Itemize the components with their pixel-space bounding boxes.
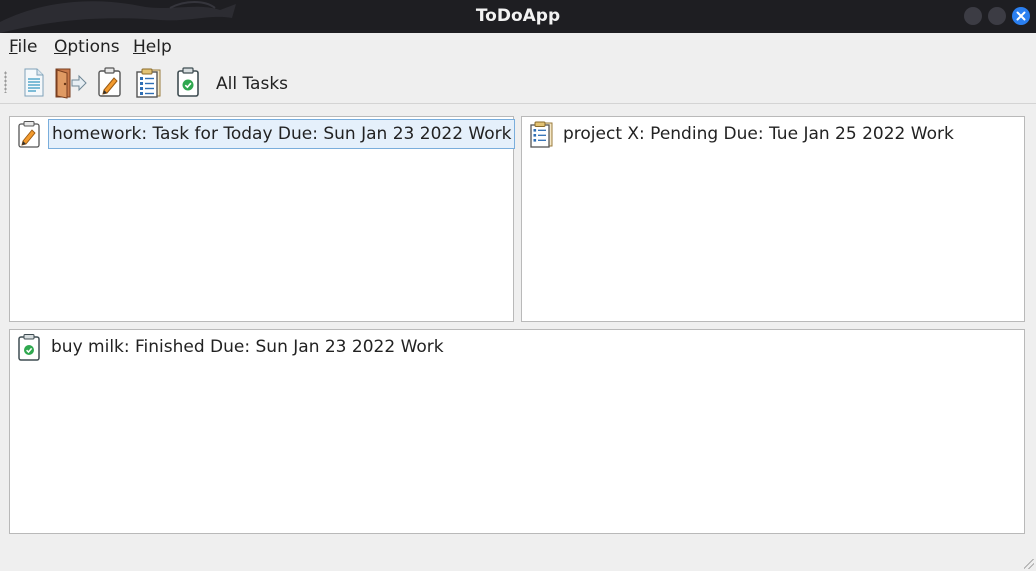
menu-file[interactable]: File (9, 37, 37, 57)
todo-tasks-button[interactable] (93, 65, 127, 99)
finished-clipboard-check-icon (177, 67, 199, 97)
exit-door-icon (55, 68, 87, 99)
menu-help[interactable]: Help (133, 37, 172, 57)
menu-file-label: ile (17, 37, 38, 57)
maximize-button[interactable] (988, 7, 1006, 25)
minimize-button[interactable] (964, 7, 982, 25)
menu-options-label: ptions (67, 37, 120, 57)
pending-list-item[interactable]: project X: Pending Due: Tue Jan 25 2022 … (522, 117, 1024, 151)
new-document-icon (24, 68, 44, 97)
menu-options[interactable]: Options (54, 37, 120, 57)
task-text[interactable]: homework: Task for Today Due: Sun Jan 23… (48, 119, 516, 149)
close-button[interactable] (1012, 7, 1030, 25)
resize-grip[interactable] (1024, 559, 1034, 569)
finished-list-item[interactable]: buy milk: Finished Due: Sun Jan 23 2022 … (10, 330, 1024, 364)
clipboard-list-icon (530, 121, 553, 148)
close-icon (1016, 11, 1026, 21)
pending-list-panel[interactable]: project X: Pending Due: Tue Jan 25 2022 … (521, 116, 1025, 322)
pending-tasks-button[interactable] (132, 65, 166, 99)
new-task-button[interactable] (16, 65, 50, 99)
task-text[interactable]: buy milk: Finished Due: Sun Jan 23 2022 … (48, 332, 447, 362)
todo-list-item[interactable]: homework: Task for Today Due: Sun Jan 23… (10, 117, 516, 151)
toolbar: All Tasks (0, 61, 1036, 104)
finished-tasks-button[interactable] (171, 65, 205, 99)
toolbar-grip[interactable] (4, 71, 7, 93)
clipboard-check-icon (18, 334, 40, 361)
pending-clipboard-list-icon (136, 68, 161, 98)
todo-list-panel[interactable]: homework: Task for Today Due: Sun Jan 23… (9, 116, 516, 322)
menu-file-mnemonic: F (9, 37, 18, 57)
todo-clipboard-pencil-icon (98, 67, 121, 97)
menu-help-mnemonic: H (133, 37, 146, 57)
finished-list-panel[interactable]: buy milk: Finished Due: Sun Jan 23 2022 … (9, 329, 1025, 534)
task-filter-label[interactable]: All Tasks (216, 74, 288, 94)
task-text[interactable]: project X: Pending Due: Tue Jan 25 2022 … (560, 119, 957, 149)
menu-help-label: elp (145, 37, 172, 57)
window-title: ToDoApp (475, 6, 561, 26)
menu-bar: File Options Help (0, 33, 1036, 60)
status-bar (0, 540, 1036, 571)
window-titlebar[interactable]: ToDoApp (0, 0, 1036, 33)
exit-button[interactable] (54, 65, 88, 99)
clipboard-pencil-icon (18, 121, 40, 148)
menu-options-mnemonic: O (54, 37, 68, 57)
